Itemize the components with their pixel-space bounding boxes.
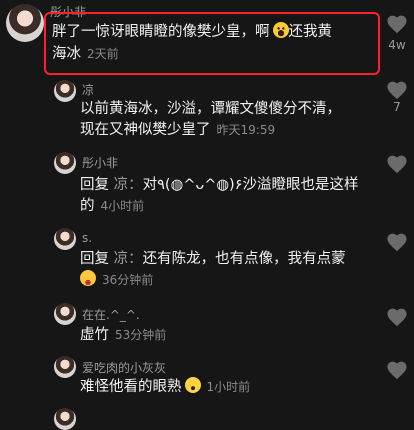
like-count: 7 [393,100,401,114]
comment-text: 以前黄海冰，沙溢，谭耀文傻傻分不清， [80,101,341,117]
commenter-name[interactable]: 爱吃肉的小灰灰 [82,359,166,376]
comment-meta: 36分钟前 [80,270,153,290]
like-heart-icon[interactable] [386,14,408,34]
comment-text: 难怪他看的眼熟 1小时前 [80,377,251,395]
laughing-emoji-icon [80,270,96,286]
commenter-name[interactable]: 凉 [82,81,94,98]
comment-time: 4小时前 [100,199,145,213]
grin-emoji-icon [184,377,201,393]
avatar[interactable] [6,4,44,42]
like-count: 4w [388,38,406,52]
avatar[interactable] [54,408,76,430]
comment-text: 虚竹 53分钟前 [80,327,167,343]
like-heart-icon[interactable] [386,360,408,380]
comment-text: 海冰 2天前 [52,46,119,62]
comment-text: 胖了一惊讶眼睛瞪的像樊少皇，啊 还我黄 [52,22,332,40]
comment-time: 昨天19:59 [216,123,276,137]
comment-text: 现在又神似樊少皇了 昨天19:59 [80,122,276,138]
like-heart-icon[interactable] [386,232,408,252]
like-heart-icon[interactable] [386,154,408,174]
like-heart-icon[interactable] [386,307,408,327]
astonished-emoji-icon [272,22,289,38]
commenter-name[interactable]: s. [82,231,92,245]
comment-time: 2天前 [87,47,119,61]
avatar[interactable] [54,228,76,250]
avatar[interactable] [54,152,76,174]
comment-text: 回复 凉：还有陈龙，也有点像，我有点蒙 [80,251,346,267]
avatar[interactable] [54,356,76,378]
like-heart-icon[interactable] [386,80,408,100]
comment-text: 回复 凉：对٩(◍^ᴗ^◍)۶沙溢瞪眼也是这样 [80,177,359,193]
avatar[interactable] [54,303,76,325]
comment-time: 53分钟前 [115,328,167,342]
avatar[interactable] [54,80,76,102]
commenter-name[interactable]: 在在.^_^. [82,306,140,323]
commenter-name[interactable]: 彤小非 [82,154,118,171]
comment-text: 的 4小时前 [80,198,145,214]
comment-time: 1小时前 [206,380,251,394]
comment-time: 36分钟前 [102,273,154,287]
